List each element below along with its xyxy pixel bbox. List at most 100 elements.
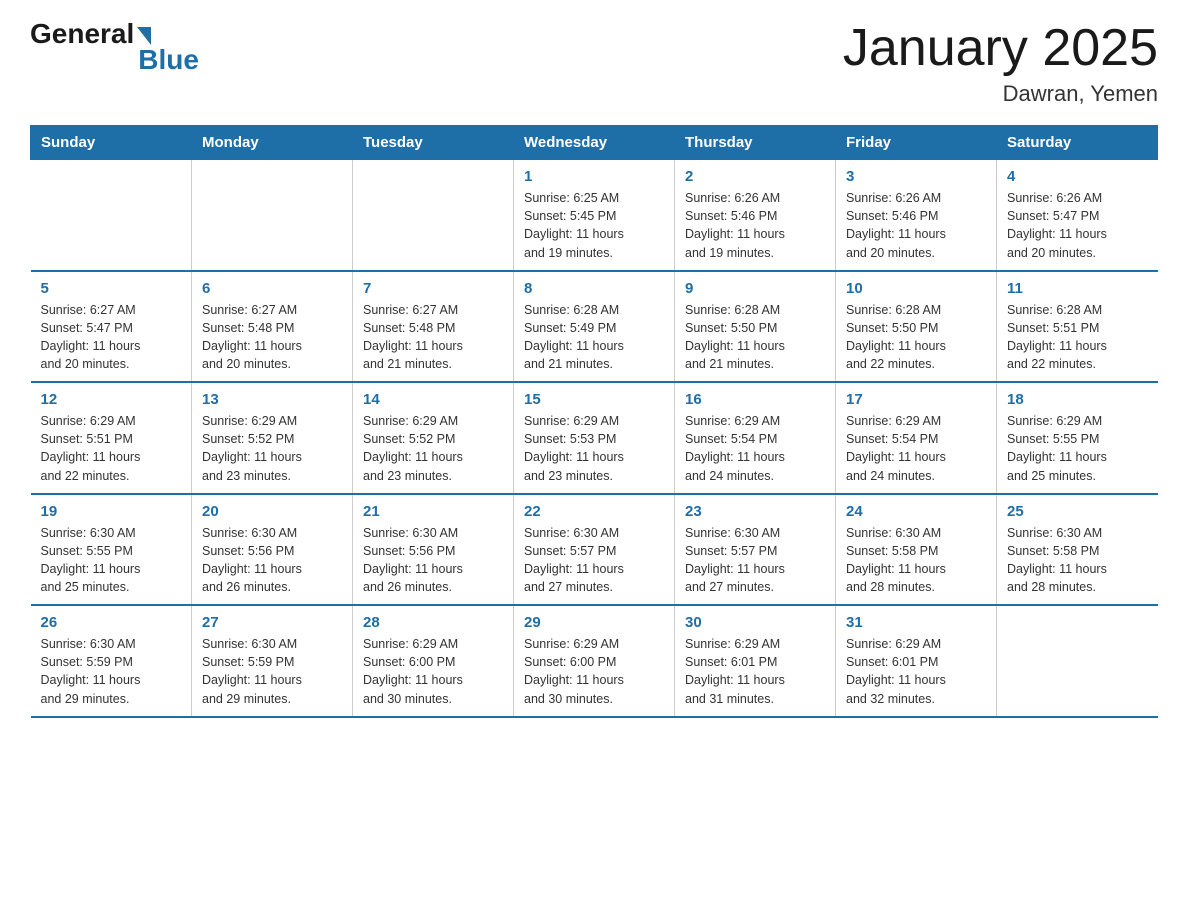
day-number: 1 bbox=[524, 168, 664, 185]
day-cell: 22 Sunrise: 6:30 AM Sunset: 5:57 PM Dayli… bbox=[514, 494, 675, 606]
day-info: Sunrise: 6:28 AM Sunset: 5:50 PM Dayligh… bbox=[846, 301, 986, 374]
day-number: 28 bbox=[363, 614, 503, 631]
day-number: 20 bbox=[202, 503, 342, 520]
day-cell: 15Sunrise: 6:29 AM Sunset: 5:53 PM Dayli… bbox=[514, 382, 675, 494]
day-cell: 24 Sunrise: 6:30 AM Sunset: 5:58 PM Dayli… bbox=[836, 494, 997, 606]
day-cell: 7 Sunrise: 6:27 AM Sunset: 5:48 PM Daylig… bbox=[353, 271, 514, 383]
day-info: Sunrise: 6:29 AM Sunset: 5:54 PM Dayligh… bbox=[685, 412, 825, 485]
day-cell: 6Sunrise: 6:27 AM Sunset: 5:48 PM Daylig… bbox=[192, 271, 353, 383]
header-wednesday: Wednesday bbox=[514, 126, 675, 160]
day-cell: 29Sunrise: 6:29 AM Sunset: 6:00 PM Dayli… bbox=[514, 605, 675, 717]
day-info: Sunrise: 6:27 AM Sunset: 5:48 PM Dayligh… bbox=[363, 301, 503, 374]
day-cell bbox=[192, 160, 353, 271]
day-cell: 19Sunrise: 6:30 AM Sunset: 5:55 PM Dayli… bbox=[31, 494, 192, 606]
day-info: Sunrise: 6:29 AM Sunset: 6:00 PM Dayligh… bbox=[363, 635, 503, 708]
day-number: 9 bbox=[685, 280, 825, 297]
day-info: Sunrise: 6:29 AM Sunset: 5:51 PM Dayligh… bbox=[41, 412, 182, 485]
week-row-1: 1 Sunrise: 6:25 AM Sunset: 5:45 PM Daylig… bbox=[31, 160, 1158, 271]
page-header: General General Blue January 2025 Dawran… bbox=[30, 20, 1158, 107]
week-row-2: 5 Sunrise: 6:27 AM Sunset: 5:47 PM Daylig… bbox=[31, 271, 1158, 383]
day-number: 25 bbox=[1007, 503, 1148, 520]
day-number: 4 bbox=[1007, 168, 1148, 185]
day-cell: 10 Sunrise: 6:28 AM Sunset: 5:50 PM Dayli… bbox=[836, 271, 997, 383]
day-number: 11 bbox=[1007, 280, 1148, 297]
day-info: Sunrise: 6:28 AM Sunset: 5:49 PM Dayligh… bbox=[524, 301, 664, 374]
day-cell: 1 Sunrise: 6:25 AM Sunset: 5:45 PM Daylig… bbox=[514, 160, 675, 271]
day-number: 8 bbox=[524, 280, 664, 297]
calendar-title-block: January 2025 Dawran, Yemen bbox=[843, 20, 1158, 107]
day-info: Sunrise: 6:25 AM Sunset: 5:45 PM Dayligh… bbox=[524, 189, 664, 262]
day-info: Sunrise: 6:30 AM Sunset: 5:55 PM Dayligh… bbox=[41, 524, 182, 597]
week-row-5: 26Sunrise: 6:30 AM Sunset: 5:59 PM Dayli… bbox=[31, 605, 1158, 717]
day-info: Sunrise: 6:30 AM Sunset: 5:59 PM Dayligh… bbox=[202, 635, 342, 708]
day-number: 15 bbox=[524, 391, 664, 408]
day-cell: 8 Sunrise: 6:28 AM Sunset: 5:49 PM Daylig… bbox=[514, 271, 675, 383]
day-cell: 30Sunrise: 6:29 AM Sunset: 6:01 PM Dayli… bbox=[675, 605, 836, 717]
week-row-4: 19Sunrise: 6:30 AM Sunset: 5:55 PM Dayli… bbox=[31, 494, 1158, 606]
day-cell bbox=[997, 605, 1158, 717]
day-number: 5 bbox=[41, 280, 182, 297]
day-cell: 17Sunrise: 6:29 AM Sunset: 5:54 PM Dayli… bbox=[836, 382, 997, 494]
day-cell: 16Sunrise: 6:29 AM Sunset: 5:54 PM Dayli… bbox=[675, 382, 836, 494]
day-cell: 2 Sunrise: 6:26 AM Sunset: 5:46 PM Daylig… bbox=[675, 160, 836, 271]
day-info: Sunrise: 6:29 AM Sunset: 6:01 PM Dayligh… bbox=[846, 635, 986, 708]
day-cell: 5 Sunrise: 6:27 AM Sunset: 5:47 PM Daylig… bbox=[31, 271, 192, 383]
day-cell: 3 Sunrise: 6:26 AM Sunset: 5:46 PM Daylig… bbox=[836, 160, 997, 271]
day-cell: 20Sunrise: 6:30 AM Sunset: 5:56 PM Dayli… bbox=[192, 494, 353, 606]
day-cell: 11 Sunrise: 6:28 AM Sunset: 5:51 PM Dayli… bbox=[997, 271, 1158, 383]
day-number: 2 bbox=[685, 168, 825, 185]
day-info: Sunrise: 6:28 AM Sunset: 5:51 PM Dayligh… bbox=[1007, 301, 1148, 374]
header-saturday: Saturday bbox=[997, 126, 1158, 160]
day-number: 3 bbox=[846, 168, 986, 185]
day-info: Sunrise: 6:27 AM Sunset: 5:47 PM Dayligh… bbox=[41, 301, 182, 374]
day-cell: 14 Sunrise: 6:29 AM Sunset: 5:52 PM Dayli… bbox=[353, 382, 514, 494]
day-cell: 26Sunrise: 6:30 AM Sunset: 5:59 PM Dayli… bbox=[31, 605, 192, 717]
day-cell: 9 Sunrise: 6:28 AM Sunset: 5:50 PM Daylig… bbox=[675, 271, 836, 383]
day-info: Sunrise: 6:26 AM Sunset: 5:46 PM Dayligh… bbox=[685, 189, 825, 262]
logo: General General Blue bbox=[30, 20, 199, 74]
day-info: Sunrise: 6:29 AM Sunset: 5:52 PM Dayligh… bbox=[202, 412, 342, 485]
day-info: Sunrise: 6:30 AM Sunset: 5:57 PM Dayligh… bbox=[685, 524, 825, 597]
day-cell bbox=[353, 160, 514, 271]
day-cell bbox=[31, 160, 192, 271]
day-info: Sunrise: 6:29 AM Sunset: 6:00 PM Dayligh… bbox=[524, 635, 664, 708]
day-number: 10 bbox=[846, 280, 986, 297]
day-number: 21 bbox=[363, 503, 503, 520]
logo-blue-text: Blue bbox=[138, 46, 199, 74]
day-info: Sunrise: 6:29 AM Sunset: 5:52 PM Dayligh… bbox=[363, 412, 503, 485]
day-cell: 27 Sunrise: 6:30 AM Sunset: 5:59 PM Dayli… bbox=[192, 605, 353, 717]
day-number: 18 bbox=[1007, 391, 1148, 408]
day-info: Sunrise: 6:26 AM Sunset: 5:46 PM Dayligh… bbox=[846, 189, 986, 262]
day-cell: 18 Sunrise: 6:29 AM Sunset: 5:55 PM Dayli… bbox=[997, 382, 1158, 494]
day-cell: 13Sunrise: 6:29 AM Sunset: 5:52 PM Dayli… bbox=[192, 382, 353, 494]
header-thursday: Thursday bbox=[675, 126, 836, 160]
day-number: 31 bbox=[846, 614, 986, 631]
day-info: Sunrise: 6:27 AM Sunset: 5:48 PM Dayligh… bbox=[202, 301, 342, 374]
day-cell: 12Sunrise: 6:29 AM Sunset: 5:51 PM Dayli… bbox=[31, 382, 192, 494]
day-number: 7 bbox=[363, 280, 503, 297]
day-cell: 31 Sunrise: 6:29 AM Sunset: 6:01 PM Dayli… bbox=[836, 605, 997, 717]
calendar-subtitle: Dawran, Yemen bbox=[843, 81, 1158, 107]
day-info: Sunrise: 6:29 AM Sunset: 5:54 PM Dayligh… bbox=[846, 412, 986, 485]
day-info: Sunrise: 6:30 AM Sunset: 5:56 PM Dayligh… bbox=[363, 524, 503, 597]
day-info: Sunrise: 6:30 AM Sunset: 5:59 PM Dayligh… bbox=[41, 635, 182, 708]
day-number: 22 bbox=[524, 503, 664, 520]
day-info: Sunrise: 6:30 AM Sunset: 5:58 PM Dayligh… bbox=[846, 524, 986, 597]
header-friday: Friday bbox=[836, 126, 997, 160]
day-number: 23 bbox=[685, 503, 825, 520]
calendar-title: January 2025 bbox=[843, 20, 1158, 77]
day-info: Sunrise: 6:30 AM Sunset: 5:57 PM Dayligh… bbox=[524, 524, 664, 597]
day-number: 27 bbox=[202, 614, 342, 631]
day-info: Sunrise: 6:28 AM Sunset: 5:50 PM Dayligh… bbox=[685, 301, 825, 374]
day-number: 30 bbox=[685, 614, 825, 631]
logo-arrow-icon bbox=[137, 27, 151, 45]
day-cell: 21 Sunrise: 6:30 AM Sunset: 5:56 PM Dayli… bbox=[353, 494, 514, 606]
header-sunday: Sunday bbox=[31, 126, 192, 160]
calendar-header-row: SundayMondayTuesdayWednesdayThursdayFrid… bbox=[31, 126, 1158, 160]
calendar-table: SundayMondayTuesdayWednesdayThursdayFrid… bbox=[30, 125, 1158, 718]
day-number: 24 bbox=[846, 503, 986, 520]
day-info: Sunrise: 6:29 AM Sunset: 5:55 PM Dayligh… bbox=[1007, 412, 1148, 485]
header-monday: Monday bbox=[192, 126, 353, 160]
day-number: 14 bbox=[363, 391, 503, 408]
week-row-3: 12Sunrise: 6:29 AM Sunset: 5:51 PM Dayli… bbox=[31, 382, 1158, 494]
